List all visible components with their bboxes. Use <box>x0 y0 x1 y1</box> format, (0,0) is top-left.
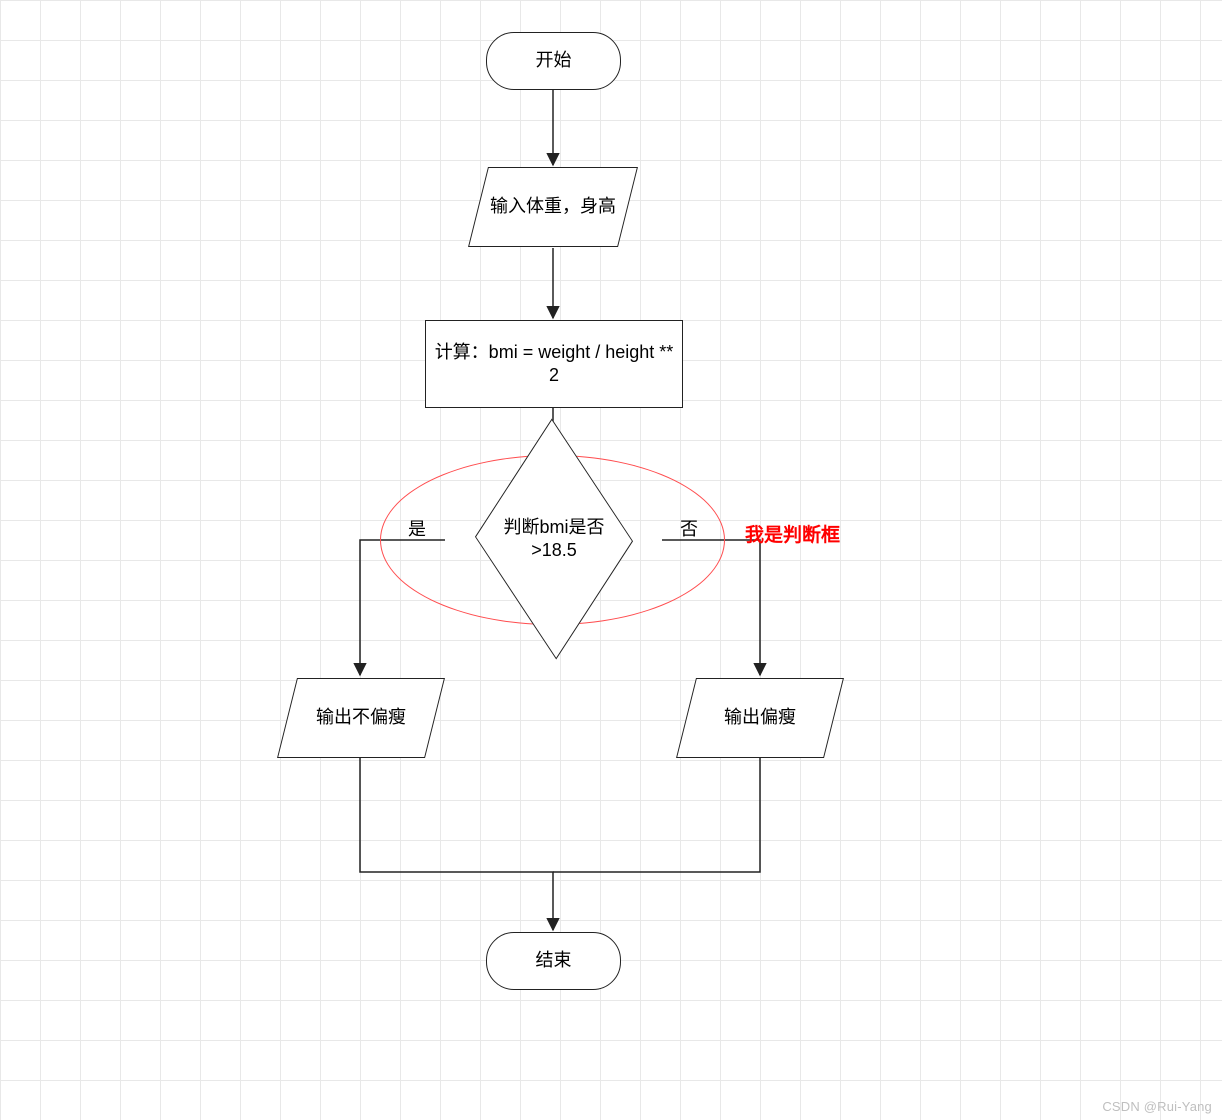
io-output-no: 输出偏瘦 <box>686 678 834 758</box>
annotation-text: 我是判断框 <box>745 520 840 547</box>
io-output-yes: 输出不偏瘦 <box>287 678 435 758</box>
process-compute: 计算：bmi = weight / height ** 2 <box>425 320 683 408</box>
terminator-end: 结束 <box>486 932 621 990</box>
process-compute-label: 计算：bmi = weight / height ** 2 <box>434 341 674 388</box>
watermark-text: CSDN @Rui-Yang <box>1102 1099 1212 1114</box>
io-input: 输入体重，身高 <box>478 167 628 247</box>
decision-bmi: 判断bmi是否 >18.5 <box>485 470 623 608</box>
edge-label-no: 否 <box>680 515 698 541</box>
decision-bmi-label: 判断bmi是否 >18.5 <box>489 516 619 563</box>
terminator-start-label: 开始 <box>536 49 572 72</box>
terminator-start: 开始 <box>486 32 621 90</box>
edge-label-yes: 是 <box>408 515 426 541</box>
terminator-end-label: 结束 <box>536 949 572 972</box>
io-output-no-label: 输出偏瘦 <box>716 706 804 729</box>
io-output-yes-label: 输出不偏瘦 <box>308 706 414 729</box>
io-input-label: 输入体重，身高 <box>480 195 626 218</box>
